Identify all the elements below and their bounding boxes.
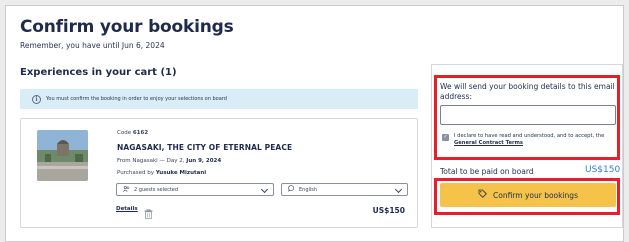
cart-heading: Experiences in your cart (1) [20,67,177,78]
chevron-down-icon [394,185,403,194]
info-banner: i You must confirm the booking in order … [20,89,418,109]
language-select-value: English [299,186,318,193]
speech-bubble-icon [288,185,295,194]
total-value: US$150 [585,165,621,175]
code-label: Code [117,130,132,136]
language-select[interactable]: English [281,183,408,196]
booking-code: Code 6162 [117,130,148,136]
chevron-down-icon [260,185,269,194]
from-text: From Nagasaki — Day 2, [117,158,185,164]
experience-card: Code 6162 NAGASAKI, THE CITY OF ETERNAL … [20,118,418,228]
page-title: Confirm your bookings [20,17,234,37]
guests-select[interactable]: 2 guests selected [116,183,274,196]
trash-icon[interactable] [144,204,153,219]
info-message: You must confirm the booking in order to… [46,96,227,102]
item-price: US$150 [372,206,405,215]
total-label: Total to be paid on board [440,167,534,176]
purchaser-name: Yusuke Mizutani [155,170,207,176]
purchased-by: Purchased by Yusuke Mizutani [117,170,206,176]
email-highlight-box [434,75,620,160]
date-value: Jun 9, 2024 [186,158,222,164]
info-icon: i [32,94,41,104]
guests-icon [123,185,130,194]
experience-thumbnail [37,130,88,181]
experience-title: NAGASAKI, THE CITY OF ETERNAL PEACE [117,143,293,152]
confirm-highlight-box [434,178,620,215]
details-link[interactable]: Details [116,206,138,212]
code-value: 6162 [132,130,149,136]
guests-select-value: 2 guests selected [134,186,179,193]
experience-date: From Nagasaki — Day 2, Jun 9, 2024 [117,158,221,164]
purchased-label: Purchased by [117,170,154,176]
deadline-subtitle: Remember, you have until Jun 6, 2024 [20,41,165,50]
